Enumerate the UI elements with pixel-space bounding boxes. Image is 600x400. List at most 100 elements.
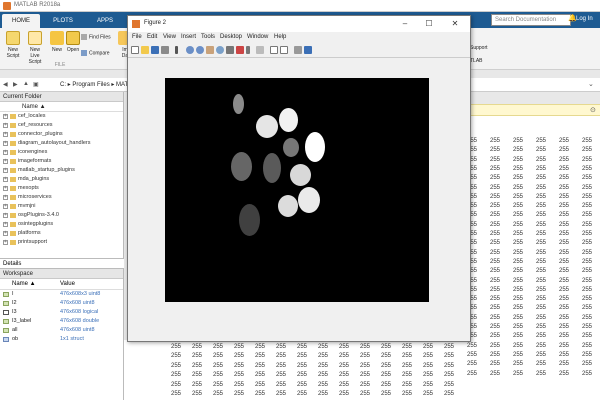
workspace-variable-row[interactable]: I3_label 476x608 double — [0, 317, 123, 326]
variable-icon — [3, 310, 9, 315]
matrix-cell: 255 — [233, 381, 244, 388]
menu-insert[interactable]: Insert — [181, 34, 196, 40]
expand-icon[interactable]: + — [3, 240, 8, 245]
expand-icon[interactable]: + — [3, 159, 8, 164]
brush-dropdown-icon[interactable] — [246, 46, 250, 54]
matrix-cell: 255 — [558, 249, 569, 256]
workspace-name-header[interactable]: Name ▲ — [12, 281, 36, 287]
legend-icon[interactable] — [280, 46, 288, 54]
brush-icon[interactable] — [236, 46, 244, 54]
folder-item[interactable]: + connector_plugins — [0, 130, 123, 139]
folder-item[interactable]: + cef_locales — [0, 112, 123, 121]
hide-plot-tools-icon[interactable] — [294, 46, 302, 54]
image-axes[interactable] — [165, 78, 429, 302]
matrix-cell: 255 — [558, 286, 569, 293]
folder-item[interactable]: + mvmjni — [0, 202, 123, 211]
zoom-out-icon[interactable] — [196, 46, 204, 54]
expand-icon[interactable]: + — [3, 141, 8, 146]
expand-icon[interactable]: + — [3, 114, 8, 119]
variable-value: 476x608 uint8 — [60, 300, 95, 306]
name-column-header[interactable]: Name ▲ — [0, 102, 123, 112]
expand-icon[interactable]: + — [3, 231, 8, 236]
compare-button[interactable]: Compare — [81, 50, 110, 56]
expand-icon[interactable]: + — [3, 195, 8, 200]
edit-plot-icon[interactable] — [175, 46, 178, 54]
folder-item[interactable]: + microservices — [0, 193, 123, 202]
menu-view[interactable]: View — [163, 34, 176, 40]
folder-item[interactable]: + platforms — [0, 229, 123, 238]
folder-item[interactable]: + osintegplugins — [0, 220, 123, 229]
workspace-variable-row[interactable]: all 476x608 uint8 — [0, 326, 123, 335]
maximize-button[interactable]: ☐ — [420, 18, 438, 30]
expand-icon[interactable]: + — [3, 168, 8, 173]
new-script-button[interactable]: New Script — [2, 31, 24, 59]
workspace-variable-row[interactable]: I3 476x608 logical — [0, 308, 123, 317]
folder-icon — [10, 114, 16, 119]
matrix-cell: 255 — [512, 305, 523, 312]
folder-item[interactable]: + matlab_startup_plugins — [0, 166, 123, 175]
up-folder-icon[interactable]: ▲ — [23, 81, 29, 87]
save-icon[interactable] — [151, 46, 159, 54]
folder-item[interactable]: + cef_resources — [0, 121, 123, 130]
new-figure-icon[interactable] — [131, 46, 139, 54]
matrix-cell: 255 — [254, 391, 265, 397]
expand-icon[interactable]: + — [3, 213, 8, 218]
link-icon[interactable] — [256, 46, 264, 54]
expand-icon[interactable]: + — [3, 150, 8, 155]
expand-icon[interactable]: + — [3, 123, 8, 128]
folder-item[interactable]: + mda_plugins — [0, 175, 123, 184]
expand-icon[interactable]: + — [3, 204, 8, 209]
browse-folder-icon[interactable]: ▣ — [33, 81, 39, 88]
find-files-button[interactable]: Find Files — [81, 34, 111, 40]
zoom-in-icon[interactable] — [186, 46, 194, 54]
show-plot-tools-icon[interactable] — [304, 46, 312, 54]
new-live-script-button[interactable]: New Live Script — [24, 31, 46, 65]
menu-window[interactable]: Window — [247, 34, 268, 40]
bell-icon[interactable]: 🔔 — [568, 15, 577, 22]
tab-plots[interactable]: PLOTS — [44, 14, 82, 28]
folder-item[interactable]: + imageformats — [0, 157, 123, 166]
matrix-cell: 255 — [191, 381, 202, 388]
search-documentation-input[interactable]: Search Documentation — [491, 14, 571, 26]
print-icon[interactable] — [161, 46, 169, 54]
menu-tools[interactable]: Tools — [201, 34, 215, 40]
back-arrow-icon[interactable]: ◀ — [3, 81, 8, 88]
colorbar-icon[interactable] — [270, 46, 278, 54]
menu-file[interactable]: File — [132, 34, 142, 40]
close-button[interactable]: ✕ — [446, 18, 464, 30]
tab-apps[interactable]: APPS — [86, 14, 124, 28]
chevron-down-icon[interactable]: ⌄ — [588, 80, 594, 88]
forward-arrow-icon[interactable]: ▶ — [13, 81, 18, 88]
expand-icon[interactable]: + — [3, 222, 8, 227]
figure-title-bar[interactable]: Figure 2 – ☐ ✕ — [128, 16, 470, 32]
tab-home[interactable]: HOME — [2, 14, 40, 28]
workspace-variable-row[interactable]: I 476x608x3 uint8 — [0, 290, 123, 299]
current-folder-path[interactable]: C: ▸ Program Files ▸ MAT — [60, 81, 128, 88]
folder-item[interactable]: + diagram_autolayout_handlers — [0, 139, 123, 148]
panel-options-icon[interactable]: ⊙ — [590, 106, 596, 114]
menu-help[interactable]: Help — [274, 34, 286, 40]
expand-icon[interactable]: + — [3, 177, 8, 182]
folder-icon — [10, 186, 16, 191]
expand-icon[interactable]: + — [3, 186, 8, 191]
workspace-variable-row[interactable]: ob 1x1 struct — [0, 335, 123, 344]
expand-icon[interactable]: + — [3, 132, 8, 137]
folder-item[interactable]: + mexopts — [0, 184, 123, 193]
workspace-variable-row[interactable]: I2 476x608 uint8 — [0, 299, 123, 308]
folder-item[interactable]: + printsupport — [0, 238, 123, 247]
figure-window[interactable]: Figure 2 – ☐ ✕ File Edit View Insert Too… — [127, 15, 471, 342]
matrix-cell: 255 — [489, 203, 500, 210]
open-file-icon[interactable] — [141, 46, 149, 54]
minimize-button[interactable]: – — [396, 18, 414, 30]
folder-item[interactable]: + iconengines — [0, 148, 123, 157]
pan-icon[interactable] — [206, 46, 214, 54]
login-link[interactable]: Log In — [576, 16, 593, 22]
rotate-icon[interactable] — [216, 46, 224, 54]
details-panel-header[interactable]: Details — [0, 258, 124, 269]
data-cursor-icon[interactable] — [226, 46, 234, 54]
menu-edit[interactable]: Edit — [147, 34, 157, 40]
menu-desktop[interactable]: Desktop — [220, 34, 242, 40]
workspace-value-header[interactable]: Value — [60, 281, 75, 287]
folder-item[interactable]: + osgPlugins-3.4.0 — [0, 211, 123, 220]
matrix-cell: 255 — [422, 362, 433, 369]
